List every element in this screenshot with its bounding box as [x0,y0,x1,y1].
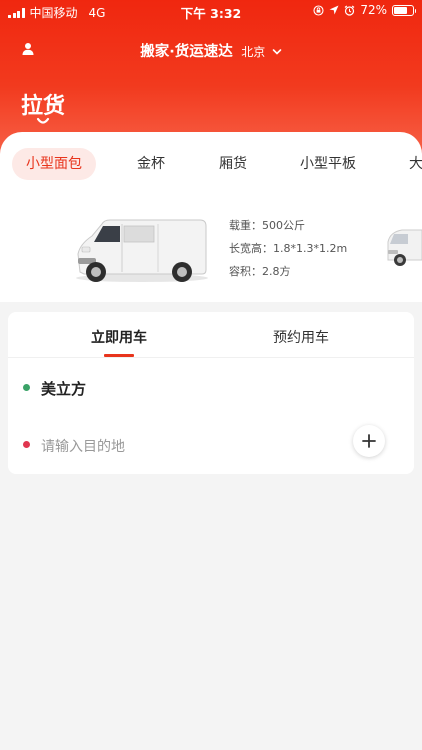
brand-title: 搬家·货运速达 [140,44,233,60]
spec-weight: 载重：500公斤 [229,219,305,232]
spec-volume: 容积：2.8方 [229,265,291,278]
tab-reserve[interactable]: 预约用车 [273,327,329,347]
main-tab-lahuo[interactable]: 拉货 [21,88,65,120]
vehicle-tab-box-truck[interactable]: 厢货 [219,148,247,180]
vehicle-card: 小型面包 金杯 厢货 小型平板 大 载重：500公斤 长宽高：1.8*1.3*1… [0,132,422,302]
order-type-tabs: 立即用车 预约用车 [8,312,414,358]
pickup-address[interactable]: 美立方 [41,378,86,399]
destination-dot-icon [23,441,30,448]
nav-title: 搬家·货运速达 北京 [0,40,422,61]
vehicle-tab-small-flatbed[interactable]: 小型平板 [300,148,356,180]
plus-icon [362,434,376,448]
vehicle-specs: 载重：500公斤 长宽高：1.8*1.3*1.2m 容积：2.8方 [229,214,347,283]
status-right: 72% [313,3,416,17]
vehicle-tab-small-van[interactable]: 小型面包 [12,148,96,180]
destination-input[interactable]: 请输入目的地 [41,436,125,456]
vehicle-tab-jinbei[interactable]: 金杯 [137,148,165,180]
vehicle-type-tabs: 小型面包 金杯 厢货 小型平板 大 [0,148,422,180]
city-selector[interactable]: 北京 [241,45,265,59]
pickup-address-row[interactable]: 美立方 [8,368,414,408]
nav-bar: 搬家·货运速达 北京 [0,36,422,62]
van-image [76,219,208,282]
vehicle-tab-large[interactable]: 大 [409,148,422,180]
add-stop-button[interactable] [353,425,385,457]
lock-rotation-icon [313,4,324,16]
chevron-down-icon[interactable] [272,48,282,56]
spec-dimensions: 长宽高：1.8*1.3*1.2m [229,242,348,255]
next-vehicle-image [387,229,422,266]
battery-level-fill [394,6,407,14]
battery-icon [392,4,416,16]
location-arrow-icon [329,5,339,15]
status-bar: 中国移动 4G 下午 3:32 72% [0,0,422,22]
order-card: 立即用车 预约用车 美立方 请输入目的地 [8,312,414,474]
active-tab-indicator [104,354,134,357]
tab-smile-indicator [36,117,50,124]
tab-use-now[interactable]: 立即用车 [91,327,147,347]
pickup-dot-icon [23,384,30,391]
alarm-icon [344,5,355,16]
battery-percent: 72% [360,3,387,17]
